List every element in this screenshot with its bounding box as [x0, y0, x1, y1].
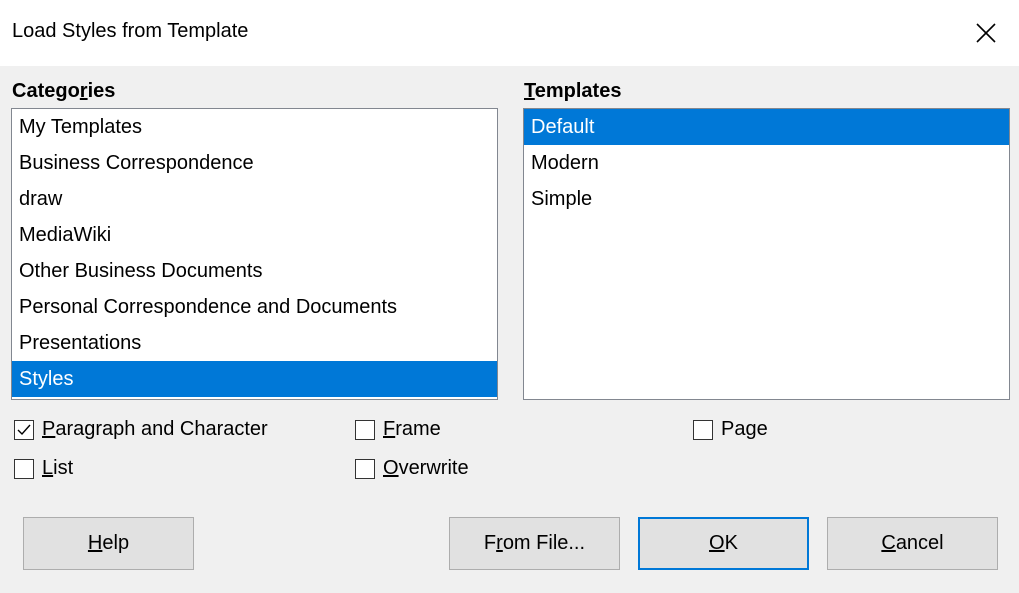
cancel-button[interactable]: Cancel — [827, 517, 998, 570]
checkmark-icon — [17, 424, 31, 435]
category-list-item[interactable]: Styles — [12, 361, 497, 397]
category-list-item[interactable]: Other Business Documents — [12, 253, 497, 289]
checkbox-box[interactable] — [355, 419, 375, 440]
templates-listbox[interactable]: Default Modern Simple — [523, 108, 1010, 400]
help-button[interactable]: Help — [23, 517, 194, 570]
category-list-item[interactable]: My Templates — [12, 109, 497, 145]
templates-label: Templates — [524, 80, 622, 102]
category-list-item[interactable]: Business Correspondence — [12, 145, 497, 181]
categories-label: Categories — [12, 80, 116, 102]
category-list-item[interactable]: Personal Correspondence and Documents — [12, 289, 497, 325]
categories-listbox[interactable]: My Templates Business Correspondence draw M… — [11, 108, 498, 400]
checkbox-box[interactable] — [14, 419, 34, 440]
paragraph-character-checkbox[interactable]: Paragraph and Character — [14, 418, 268, 441]
load-styles-dialog: Load Styles from Template Categories My … — [0, 0, 1019, 593]
template-list-item[interactable]: Simple — [524, 181, 1009, 217]
checkbox-box[interactable] — [355, 458, 375, 479]
frame-checkbox[interactable]: Frame — [355, 418, 441, 441]
category-list-item[interactable]: draw — [12, 181, 497, 217]
close-icon — [976, 23, 996, 43]
list-label: List — [42, 457, 74, 479]
dialog-title: Load Styles from Template — [12, 20, 249, 42]
ok-button[interactable]: OK — [638, 517, 809, 570]
overwrite-label: Overwrite — [383, 457, 469, 479]
frame-label: Frame — [383, 418, 441, 440]
page-label: Page — [721, 418, 768, 440]
page-checkbox[interactable]: Page — [693, 418, 768, 441]
paragraph-character-label: Paragraph and Character — [42, 418, 268, 440]
overwrite-checkbox[interactable]: Overwrite — [355, 457, 469, 480]
checkbox-box[interactable] — [14, 458, 34, 479]
list-checkbox[interactable]: List — [14, 457, 73, 480]
close-button[interactable] — [953, 0, 1019, 66]
checkbox-box[interactable] — [693, 419, 713, 440]
category-list-item[interactable]: Presentations — [12, 325, 497, 361]
template-list-item[interactable]: Default — [524, 109, 1009, 145]
category-list-item[interactable]: MediaWiki — [12, 217, 497, 253]
template-list-item[interactable]: Modern — [524, 145, 1009, 181]
title-bar: Load Styles from Template — [0, 0, 1019, 66]
from-file-button[interactable]: Fr om File... — [449, 517, 620, 570]
